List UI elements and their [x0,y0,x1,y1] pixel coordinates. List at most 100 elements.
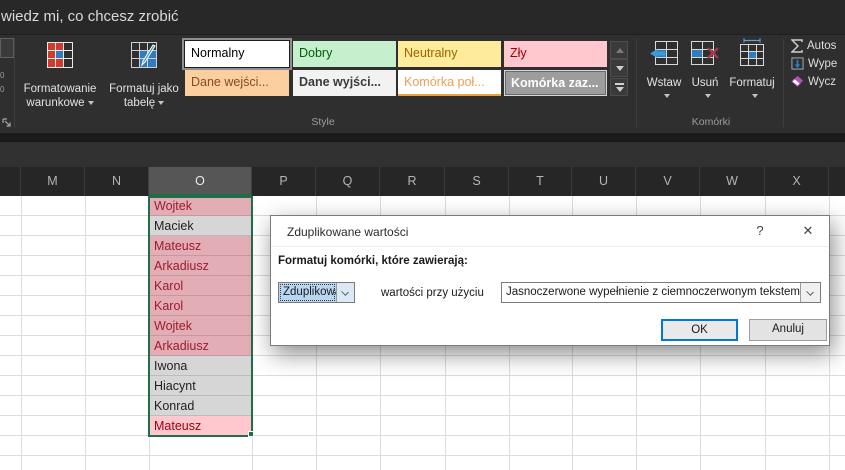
gridline [21,196,22,470]
delete-label: Usuń [687,76,723,90]
dialog-title: Zduplikowane wartości [287,225,408,239]
cell-o5[interactable]: Karol [149,276,252,296]
column-header-row: M N O P Q R S T U V W X [0,167,845,196]
style-komorka-zaznaczona[interactable]: Komórka zaz... [504,70,607,96]
conditional-formatting-label-line1: Formatowanie [16,82,104,96]
ribbon: 0 0 Fo [0,35,845,133]
fill-label: Wype [808,58,837,70]
group-separator [783,39,784,127]
dropdown-arrow[interactable] [800,283,820,302]
eraser-icon [791,75,804,88]
style-group-label: Style [16,116,630,128]
gallery-scroll-down-button[interactable] [610,59,628,77]
gallery-scrollbar [610,41,628,97]
delete-cells-icon [690,40,720,70]
chevron-up-icon [616,48,624,53]
column-header-o[interactable]: O [149,167,252,196]
format-as-table-label-line1: Formatuj jako [104,82,184,96]
duplicate-type-dropdown[interactable]: Zduplikowane [278,282,355,303]
cancel-button[interactable]: Anuluj [749,319,827,341]
insert-label: Wstaw [644,76,684,90]
gallery-scroll-up-button[interactable] [610,41,628,59]
style-dobry[interactable]: Dobry [293,41,396,67]
excel-window: wiedz mi, co chcesz zrobić 0 0 [0,0,845,470]
style-neutralny[interactable]: Neutralny [398,41,501,67]
chevron-down-icon [88,101,94,105]
more-styles-icon [615,83,624,85]
gallery-more-button[interactable] [610,78,628,96]
column-header-n[interactable]: N [85,167,149,196]
chevron-down-icon [752,94,758,98]
column-header-m[interactable]: M [21,167,85,196]
column-header-partial[interactable] [0,167,21,196]
cell-o12[interactable]: Mateusz [149,416,252,436]
conditional-formatting-button[interactable]: Formatowanie warunkowe [16,40,104,128]
fill-button[interactable]: Wype [791,56,845,72]
column-header-x[interactable]: X [765,167,829,196]
insert-cells-icon [649,40,679,70]
number-format-dropdown-partial[interactable] [0,38,14,58]
style-komorka-polaczona[interactable]: Komórka poł... [398,70,501,96]
format-style-dropdown[interactable]: Jasnoczerwone wypełnienie z ciemnoczerwo… [501,282,821,303]
cell-o10[interactable]: Hiacynt [149,376,252,396]
insert-button[interactable]: Wstaw [644,38,684,104]
conditional-formatting-label-line2: warunkowe [26,97,84,109]
style-dane-wejsciowe[interactable]: Dane wejści... [185,70,289,96]
column-header-t[interactable]: T [509,167,572,196]
cell-o6[interactable]: Karol [149,296,252,316]
clear-button[interactable]: Wycz [791,74,845,90]
cell-o1[interactable]: Wojtek [149,196,252,216]
gridline [252,196,253,470]
style-zly[interactable]: Zły [504,41,607,67]
cells-group-label: Komórki [640,116,782,128]
cell-o8[interactable]: Arkadiusz [149,336,252,356]
column-header-v[interactable]: V [636,167,700,196]
cell-o9[interactable]: Iwona [149,356,252,376]
title-divider [271,246,829,247]
autosum-button[interactable]: Autos [791,38,845,54]
column-header-w[interactable]: W [700,167,765,196]
cell-o11[interactable]: Konrad [149,396,252,416]
chevron-down-icon [616,66,624,71]
chevron-down-icon [664,94,670,98]
column-header-u[interactable]: U [572,167,636,196]
duplicate-type-value: Zduplikowane [279,283,336,302]
formula-bar-area [0,142,845,167]
ribbon-bottom-strip [0,133,845,142]
duplicate-values-dialog: Zduplikowane wartości ? ✕ Formatuj komór… [270,215,830,346]
tell-me-bar: wiedz mi, co chcesz zrobić [0,0,845,35]
autosum-label: Autos [807,40,836,52]
column-header-p[interactable]: P [252,167,316,196]
dialog-prompt: Formatuj komórki, które zawierają: [278,255,468,267]
style-dane-wyjsciowe[interactable]: Dane wyjści... [293,70,396,96]
cell-o4[interactable]: Arkadiusz [149,256,252,276]
fill-handle[interactable] [248,431,254,437]
cell-o2[interactable]: Maciek [149,216,252,236]
chevron-down-icon [158,101,164,105]
conditional-formatting-icon [47,42,73,72]
increase-decimal-icon[interactable]: 0 [0,70,10,82]
cell-o7[interactable]: Wojtek [149,316,252,336]
help-button[interactable]: ? [743,220,777,242]
gridline [85,196,86,470]
delete-button[interactable]: Usuń [687,38,723,104]
style-normalny[interactable]: Normalny [185,41,289,67]
ok-button[interactable]: OK [661,319,738,341]
decrease-decimal-icon[interactable]: 0 [0,84,10,96]
close-button[interactable]: ✕ [791,220,825,242]
column-header-partial[interactable] [829,167,845,196]
tell-me-text[interactable]: wiedz mi, co chcesz zrobić [1,8,179,25]
values-with-text: wartości przy użyciu [381,287,484,299]
dropdown-arrow[interactable] [336,283,354,302]
sigma-icon [791,39,803,53]
dialog-launcher-icon[interactable] [2,116,13,127]
chevron-down-icon [341,288,349,296]
column-header-r[interactable]: R [380,167,445,196]
column-header-q[interactable]: Q [316,167,380,196]
format-button[interactable]: Formatuj [726,38,778,104]
cell-o3[interactable]: Mateusz [149,236,252,256]
format-cells-icon [739,38,765,70]
clear-label: Wycz [808,76,836,88]
format-as-table-button[interactable]: Formatuj jako tabelę [104,40,184,128]
column-header-s[interactable]: S [445,167,509,196]
